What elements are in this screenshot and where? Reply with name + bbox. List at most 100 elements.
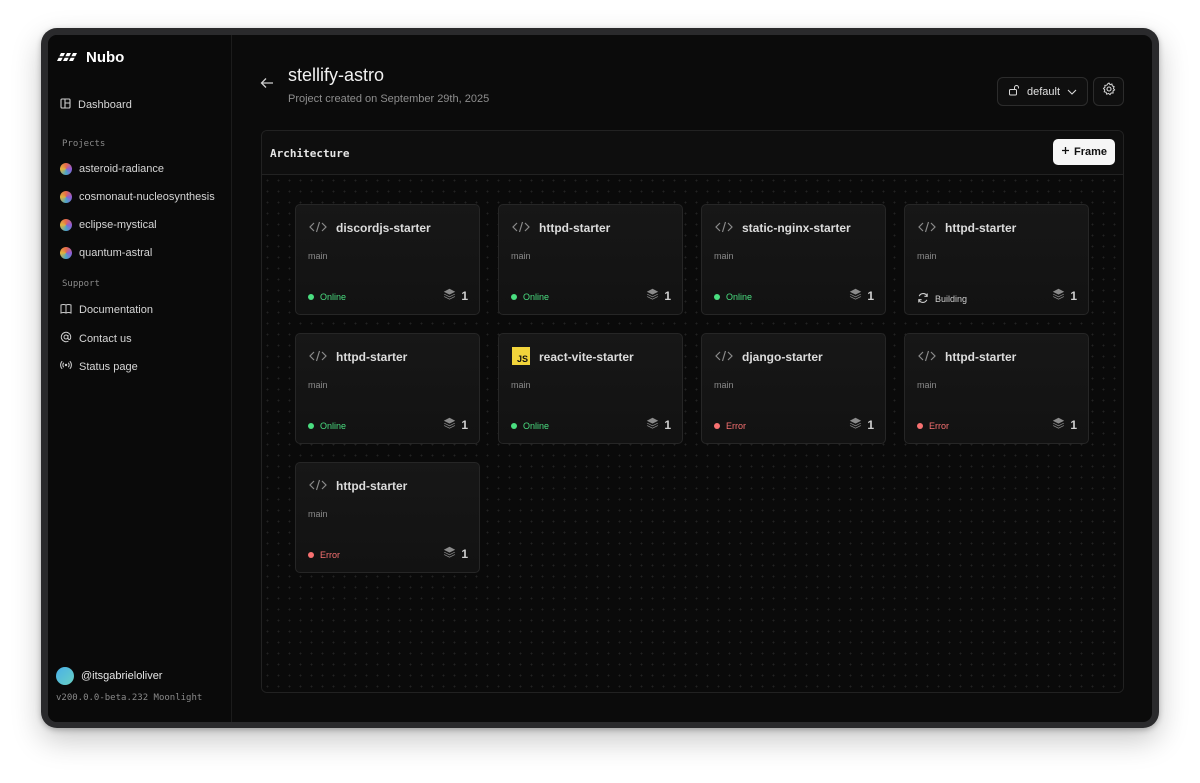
status-badge: Online bbox=[714, 292, 752, 302]
broadcast-icon bbox=[60, 359, 72, 374]
code-icon bbox=[714, 218, 734, 236]
status-badge: Error bbox=[917, 421, 949, 431]
status-badge: Online bbox=[308, 421, 346, 431]
replica-count-value: 1 bbox=[867, 288, 874, 303]
status-dot bbox=[917, 423, 923, 429]
layers-icon bbox=[443, 546, 456, 561]
status-badge: Online bbox=[511, 421, 549, 431]
code-icon bbox=[714, 347, 734, 365]
service-card[interactable]: discordjs-starter main Online 1 bbox=[295, 204, 480, 315]
code-icon bbox=[308, 476, 328, 494]
nav-dashboard[interactable]: Dashboard bbox=[60, 98, 132, 112]
project-avatar-icon bbox=[60, 247, 72, 259]
plus-icon bbox=[1061, 146, 1070, 158]
service-card[interactable]: JS react-vite-starter main Online 1 bbox=[498, 333, 683, 444]
replica-count-value: 1 bbox=[664, 417, 671, 432]
status-badge: Online bbox=[308, 292, 346, 302]
projects-heading: Projects bbox=[62, 139, 106, 149]
replica-count: 1 bbox=[646, 288, 671, 303]
layers-icon bbox=[646, 288, 659, 303]
service-card[interactable]: httpd-starter main Online 1 bbox=[498, 204, 683, 315]
replica-count-value: 1 bbox=[461, 288, 468, 303]
status-badge: Error bbox=[308, 550, 340, 560]
project-label: eclipse-mystical bbox=[79, 219, 157, 231]
replica-count: 1 bbox=[443, 288, 468, 303]
service-name: httpd-starter bbox=[945, 350, 1017, 364]
status-text: Online bbox=[320, 421, 347, 431]
project-avatar-icon bbox=[60, 191, 72, 203]
replica-count: 1 bbox=[1052, 288, 1077, 303]
version-label: v200.0.0-beta.232 Moonlight bbox=[56, 693, 203, 703]
dashboard-icon bbox=[60, 98, 71, 112]
environment-value: default bbox=[1026, 85, 1061, 98]
architecture-panel: Architecture Frame discordjs-starter main… bbox=[261, 130, 1124, 693]
service-name: httpd-starter bbox=[336, 350, 408, 364]
status-text: Online bbox=[523, 292, 550, 302]
replica-count: 1 bbox=[849, 417, 874, 432]
sidebar-item-status-page[interactable]: Status page bbox=[60, 359, 138, 374]
project-avatar-icon bbox=[60, 219, 72, 231]
status-text: Error bbox=[726, 421, 746, 431]
username: @itsgabrieloliver bbox=[81, 670, 163, 682]
status-text: Error bbox=[320, 550, 340, 560]
service-name: httpd-starter bbox=[539, 221, 611, 235]
page-subtitle: Project created on September 29th, 2025 bbox=[288, 93, 490, 105]
sidebar-project-cosmonaut-nucleosynthesis[interactable]: cosmonaut-nucleosynthesis bbox=[60, 191, 215, 203]
project-label: cosmonaut-nucleosynthesis bbox=[79, 191, 215, 203]
back-arrow-icon[interactable] bbox=[260, 76, 274, 94]
service-card[interactable]: httpd-starter main Online 1 bbox=[295, 333, 480, 444]
add-frame-button[interactable]: Frame bbox=[1053, 139, 1115, 165]
status-badge: Error bbox=[714, 421, 746, 431]
frame-button-label: Frame bbox=[1073, 146, 1108, 158]
service-branch: main bbox=[308, 380, 328, 390]
replica-count: 1 bbox=[849, 288, 874, 303]
service-card[interactable]: django-starter main Error 1 bbox=[701, 333, 886, 444]
sidebar-project-quantum-astral[interactable]: quantum-astral bbox=[60, 247, 152, 259]
status-dot bbox=[308, 294, 314, 300]
logo[interactable]: Nubo bbox=[56, 49, 124, 66]
status-dot bbox=[511, 423, 517, 429]
sidebar: Nubo Dashboard Projects asteroid-radianc… bbox=[48, 35, 232, 722]
status-text: Online bbox=[726, 292, 753, 302]
sidebar-item-documentation[interactable]: Documentation bbox=[60, 303, 153, 317]
service-branch: main bbox=[917, 251, 937, 261]
code-icon bbox=[917, 218, 937, 236]
service-card[interactable]: httpd-starter main Error 1 bbox=[904, 333, 1089, 444]
nav-dashboard-label: Dashboard bbox=[78, 99, 132, 111]
service-name: httpd-starter bbox=[945, 221, 1017, 235]
sidebar-project-asteroid-radiance[interactable]: asteroid-radiance bbox=[60, 163, 164, 175]
environment-select[interactable]: default bbox=[997, 77, 1088, 106]
sidebar-project-eclipse-mystical[interactable]: eclipse-mystical bbox=[60, 219, 157, 231]
refresh-icon bbox=[917, 292, 929, 306]
sidebar-item-contact-us[interactable]: Contact us bbox=[60, 331, 132, 346]
service-branch: main bbox=[714, 251, 734, 261]
page-title: stellify-astro bbox=[288, 65, 385, 85]
layers-icon bbox=[443, 288, 456, 303]
project-label: asteroid-radiance bbox=[79, 163, 164, 175]
replica-count-value: 1 bbox=[1070, 417, 1077, 432]
replica-count: 1 bbox=[443, 417, 468, 432]
architecture-canvas[interactable]: discordjs-starter main Online 1 httpd-starte… bbox=[262, 175, 1123, 692]
status-badge: Building bbox=[917, 292, 967, 306]
settings-button[interactable] bbox=[1093, 77, 1124, 106]
service-name: django-starter bbox=[742, 350, 823, 364]
replica-count: 1 bbox=[646, 417, 671, 432]
chevron-down-icon bbox=[1067, 86, 1077, 98]
project-avatar-icon bbox=[60, 163, 72, 175]
status-text: Building bbox=[935, 294, 968, 304]
service-branch: main bbox=[714, 380, 734, 390]
service-card[interactable]: httpd-starter main Error 1 bbox=[295, 462, 480, 573]
user-profile[interactable]: @itsgabrieloliver bbox=[56, 667, 162, 685]
book-icon bbox=[60, 303, 72, 317]
replica-count: 1 bbox=[1052, 417, 1077, 432]
service-card[interactable]: static-nginx-starter main Online 1 bbox=[701, 204, 886, 315]
layers-icon bbox=[849, 288, 862, 303]
at-sign-icon bbox=[60, 331, 72, 346]
service-name: discordjs-starter bbox=[336, 221, 431, 235]
replica-count: 1 bbox=[443, 546, 468, 561]
code-icon bbox=[308, 347, 328, 365]
service-card[interactable]: httpd-starter main Building 1 bbox=[904, 204, 1089, 315]
service-branch: main bbox=[308, 251, 328, 261]
gear-icon bbox=[1102, 82, 1116, 101]
service-branch: main bbox=[308, 509, 328, 519]
